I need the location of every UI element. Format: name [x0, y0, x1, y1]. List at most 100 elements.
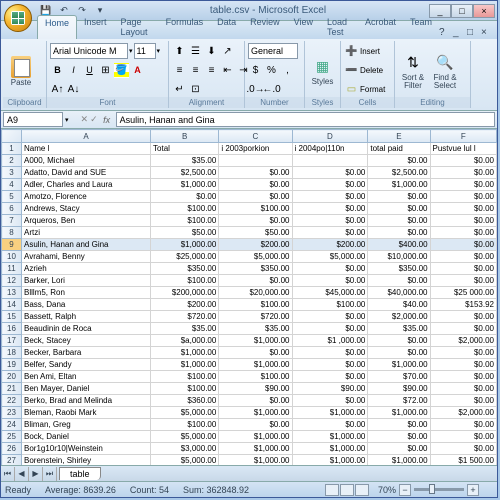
cell[interactable]: $0.00: [292, 179, 368, 191]
align-middle-button[interactable]: ☰: [188, 44, 203, 59]
tab-review[interactable]: Review: [243, 15, 287, 39]
row-header[interactable]: 13: [2, 287, 22, 299]
cell[interactable]: $1,000.00: [219, 455, 292, 466]
orientation-button[interactable]: ↗: [220, 44, 235, 59]
cell[interactable]: $0.00: [292, 419, 368, 431]
office-button[interactable]: [4, 4, 32, 32]
cell[interactable]: $100.00: [219, 299, 292, 311]
close-button[interactable]: ×: [473, 4, 495, 18]
cell[interactable]: Ben Ami, Eltan: [22, 371, 151, 383]
cell[interactable]: $100.00: [151, 419, 219, 431]
cell[interactable]: $350.00: [368, 263, 430, 275]
row-header[interactable]: 4: [2, 179, 22, 191]
close-workbook-icon[interactable]: ×: [481, 27, 493, 39]
column-header[interactable]: F: [430, 130, 496, 143]
cell[interactable]: Amotzo, Florence: [22, 191, 151, 203]
format-cells-button[interactable]: ▭: [344, 82, 359, 97]
cell[interactable]: $0.00: [430, 371, 496, 383]
cell[interactable]: $a,000.00: [151, 335, 219, 347]
restore-window-icon[interactable]: □: [467, 27, 479, 39]
cell[interactable]: $0.00: [368, 203, 430, 215]
font-size-combo[interactable]: 11: [134, 43, 156, 59]
cell[interactable]: Andrews, Stacy: [22, 203, 151, 215]
cell[interactable]: $10,000.00: [368, 251, 430, 263]
cell[interactable]: $1,000.00: [219, 407, 292, 419]
cell[interactable]: $0.00: [219, 275, 292, 287]
cell[interactable]: $0.00: [368, 335, 430, 347]
column-header[interactable]: D: [292, 130, 368, 143]
cell[interactable]: Name l: [22, 143, 151, 155]
cell[interactable]: $5,000.00: [151, 407, 219, 419]
cell[interactable]: $0.00: [430, 419, 496, 431]
cell[interactable]: $25 000.00: [430, 287, 496, 299]
cell[interactable]: $35.00: [151, 323, 219, 335]
cell[interactable]: $1,000.00: [368, 455, 430, 466]
minimize-ribbon-icon[interactable]: _: [453, 27, 465, 39]
row-header[interactable]: 26: [2, 443, 22, 455]
cell[interactable]: $1 ,000.00: [292, 335, 368, 347]
row-header[interactable]: 1: [2, 143, 22, 155]
row-header[interactable]: 22: [2, 395, 22, 407]
zoom-out-button[interactable]: −: [399, 484, 411, 496]
font-name-combo[interactable]: Arial Unicode M: [50, 43, 128, 59]
cell[interactable]: $1,000.00: [368, 359, 430, 371]
cell[interactable]: $3,000.00: [151, 443, 219, 455]
sheet-tab[interactable]: table: [59, 467, 101, 480]
cell[interactable]: $720.00: [219, 311, 292, 323]
align-right-button[interactable]: ≡: [204, 63, 219, 78]
cell[interactable]: $1,000.00: [151, 239, 219, 251]
tab-team[interactable]: Team: [403, 15, 439, 39]
cell[interactable]: Arqueros, Ben: [22, 215, 151, 227]
sort-filter-button[interactable]: ⇅ Sort & Filter: [398, 42, 428, 100]
formula-input[interactable]: Asulin, Hanan and Gina: [116, 112, 495, 127]
row-header[interactable]: 3: [2, 167, 22, 179]
row-header[interactable]: 17: [2, 335, 22, 347]
cell[interactable]: $0.00: [292, 203, 368, 215]
cell[interactable]: $1,000.00: [219, 359, 292, 371]
cell[interactable]: $2,000.00: [430, 335, 496, 347]
row-header[interactable]: 14: [2, 299, 22, 311]
row-header[interactable]: 15: [2, 311, 22, 323]
cell[interactable]: $0.00: [292, 191, 368, 203]
cell[interactable]: $100.00: [151, 275, 219, 287]
italic-button[interactable]: I: [66, 63, 81, 78]
cell[interactable]: $720.00: [151, 311, 219, 323]
cell[interactable]: $20,000.00: [219, 287, 292, 299]
cell[interactable]: $153.92: [430, 299, 496, 311]
cell[interactable]: $1,000.00: [151, 347, 219, 359]
cell[interactable]: [292, 155, 368, 167]
help-icon[interactable]: ?: [439, 27, 451, 39]
merge-button[interactable]: ⊡: [188, 82, 203, 97]
cell[interactable]: $2,000.00: [430, 407, 496, 419]
cell[interactable]: $1,000.00: [368, 407, 430, 419]
row-header[interactable]: 18: [2, 347, 22, 359]
cell[interactable]: $400.00: [368, 239, 430, 251]
cell[interactable]: $5,000.00: [219, 251, 292, 263]
zoom-in-button[interactable]: +: [467, 484, 479, 496]
cell[interactable]: $0.00: [219, 419, 292, 431]
cell[interactable]: $0.00: [430, 275, 496, 287]
tab-view[interactable]: View: [287, 15, 320, 39]
cell[interactable]: Bock, Daniel: [22, 431, 151, 443]
cell[interactable]: Becker, Barbara: [22, 347, 151, 359]
cell[interactable]: $2,500.00: [368, 167, 430, 179]
cell[interactable]: $350.00: [151, 263, 219, 275]
cell[interactable]: $0.00: [219, 167, 292, 179]
column-header[interactable]: B: [151, 130, 219, 143]
row-header[interactable]: 6: [2, 203, 22, 215]
border-button[interactable]: ⊞: [98, 63, 113, 78]
cell[interactable]: $0.00: [368, 443, 430, 455]
cell[interactable]: $360.00: [151, 395, 219, 407]
cell[interactable]: $0.00: [219, 191, 292, 203]
cell[interactable]: $0.00: [292, 347, 368, 359]
cell[interactable]: $90.00: [219, 383, 292, 395]
cell[interactable]: Borenstein, Shirley: [22, 455, 151, 466]
cell[interactable]: $200.00: [219, 239, 292, 251]
cell[interactable]: $90.00: [368, 383, 430, 395]
cell[interactable]: Barker, Lori: [22, 275, 151, 287]
cell[interactable]: $0.00: [368, 275, 430, 287]
cell[interactable]: Beaudinin de Roca: [22, 323, 151, 335]
cell[interactable]: Berko, Brad and Melinda: [22, 395, 151, 407]
cell[interactable]: $100.00: [151, 383, 219, 395]
cell[interactable]: $0.00: [292, 311, 368, 323]
